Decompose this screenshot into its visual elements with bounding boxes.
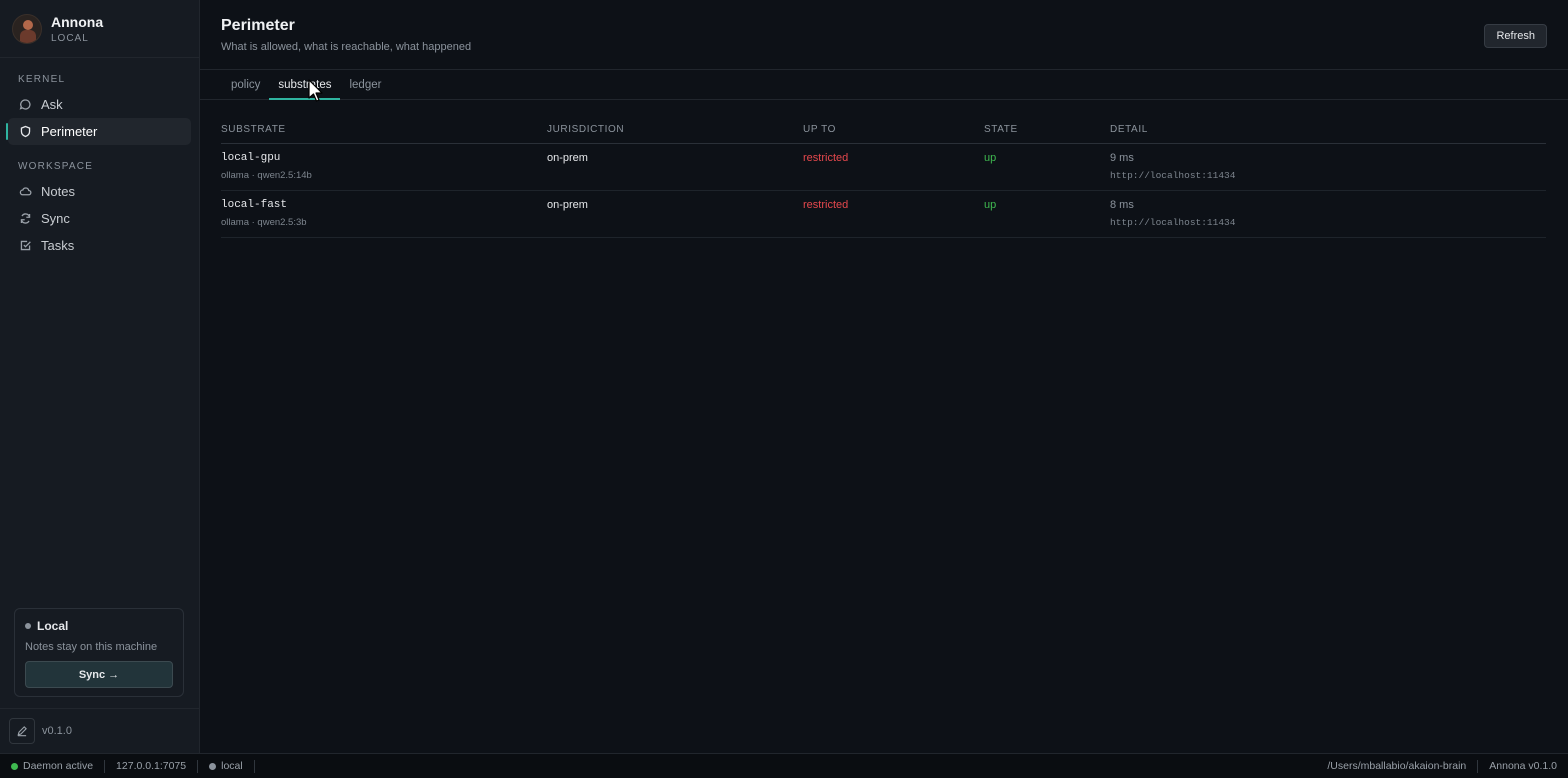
column-header-substrate: SUBSTRATE [221, 124, 286, 135]
sidebar: Annona LOCAL KERNEL Ask Perimeter WORKSP… [0, 0, 200, 753]
app-version: Annona v0.1.0 [1477, 759, 1568, 773]
sidebar-item-perimeter[interactable]: Perimeter [6, 118, 191, 145]
app-mode: LOCAL [51, 32, 89, 44]
edit-button[interactable] [9, 718, 35, 744]
tab-ledger[interactable]: ledger [340, 70, 390, 100]
latency-value: 9 ms [1110, 152, 1134, 164]
table-row[interactable]: local-gpu ollama · qwen2.5:14b on-prem r… [221, 144, 1546, 191]
tab-policy[interactable]: policy [222, 70, 269, 100]
page-title: Perimeter [221, 17, 295, 34]
column-header-up-to: UP TO [803, 124, 837, 135]
cloud-icon [19, 187, 32, 196]
status-dot-icon [209, 762, 217, 770]
endpoint-url: http://localhost:11434 [1110, 217, 1236, 228]
refresh-button[interactable]: Refresh [1484, 24, 1547, 48]
jurisdiction-value: on-prem [547, 152, 588, 164]
mouse-pointer-icon [308, 79, 323, 102]
scope-indicator: local [198, 759, 255, 773]
checkbox-icon [20, 240, 31, 251]
sidebar-item-label: Sync [41, 211, 70, 226]
sidebar-item-label: Ask [41, 97, 63, 112]
tab-bar: policy substrates ledger [200, 70, 1568, 100]
sidebar-item-label: Notes [41, 184, 75, 199]
main-panel: Perimeter What is allowed, what is reach… [200, 0, 1568, 753]
brand-header: Annona LOCAL [0, 0, 199, 58]
app-name: Annona [51, 13, 104, 30]
tab-substrates[interactable]: substrates [269, 70, 341, 100]
sidebar-item-ask[interactable]: Ask [8, 91, 191, 118]
sidebar-item-notes[interactable]: Notes [8, 178, 191, 205]
workspace-path: /Users/mballabio/akaion-brain [1327, 760, 1467, 772]
chat-icon [19, 99, 31, 110]
substrate-model: ollama · qwen2.5:14b [221, 170, 312, 181]
local-mode-card: Local Notes stay on this machine Sync → [14, 608, 184, 697]
shield-icon [20, 125, 31, 138]
refresh-icon [20, 213, 31, 224]
local-card-title-text: Local [37, 619, 69, 633]
section-label-kernel: KERNEL [18, 74, 66, 85]
pencil-icon [17, 726, 27, 737]
daemon-address: 127.0.0.1:7075 [105, 759, 199, 773]
status-dot-icon [25, 623, 31, 629]
state-value: up [984, 199, 997, 211]
endpoint-url: http://localhost:11434 [1110, 170, 1236, 181]
daemon-status-text: Daemon active [23, 760, 94, 772]
sidebar-footer: v0.1.0 [0, 708, 200, 753]
status-dot-icon [11, 762, 18, 770]
substrate-name: local-gpu [221, 152, 281, 164]
latency-value: 8 ms [1110, 199, 1134, 211]
up-to-value: restricted [803, 199, 849, 211]
state-value: up [984, 152, 997, 164]
sidebar-item-tasks[interactable]: Tasks [8, 232, 191, 259]
column-header-state: STATE [984, 124, 1018, 135]
page-subtitle: What is allowed, what is reachable, what… [221, 41, 472, 53]
local-card-title: Local [25, 619, 173, 633]
jurisdiction-value: on-prem [547, 199, 588, 211]
table-header: SUBSTRATE JURISDICTION UP TO STATE DETAI… [221, 124, 1546, 144]
sidebar-version: v0.1.0 [42, 725, 72, 737]
substrate-model: ollama · qwen2.5:3b [221, 217, 307, 228]
sync-button[interactable]: Sync → [25, 661, 173, 688]
avatar [12, 13, 42, 44]
local-card-description: Notes stay on this machine [25, 641, 158, 653]
column-header-detail: DETAIL [1110, 124, 1148, 135]
substrates-table: SUBSTRATE JURISDICTION UP TO STATE DETAI… [221, 124, 1546, 238]
sidebar-item-label: Perimeter [41, 124, 98, 139]
sidebar-item-sync[interactable]: Sync [8, 205, 191, 232]
page-header: Perimeter What is allowed, what is reach… [200, 0, 1568, 70]
section-label-workspace: WORKSPACE [18, 161, 94, 172]
sidebar-item-label: Tasks [41, 238, 75, 253]
scope-text: local [221, 760, 243, 772]
up-to-value: restricted [803, 152, 849, 164]
substrate-name: local-fast [221, 199, 288, 211]
status-bar: Daemon active 127.0.0.1:7075 local /User… [0, 753, 1568, 778]
daemon-status: Daemon active [0, 759, 106, 773]
column-header-jurisdiction: JURISDICTION [547, 124, 625, 135]
table-row[interactable]: local-fast ollama · qwen2.5:3b on-prem r… [221, 191, 1546, 238]
